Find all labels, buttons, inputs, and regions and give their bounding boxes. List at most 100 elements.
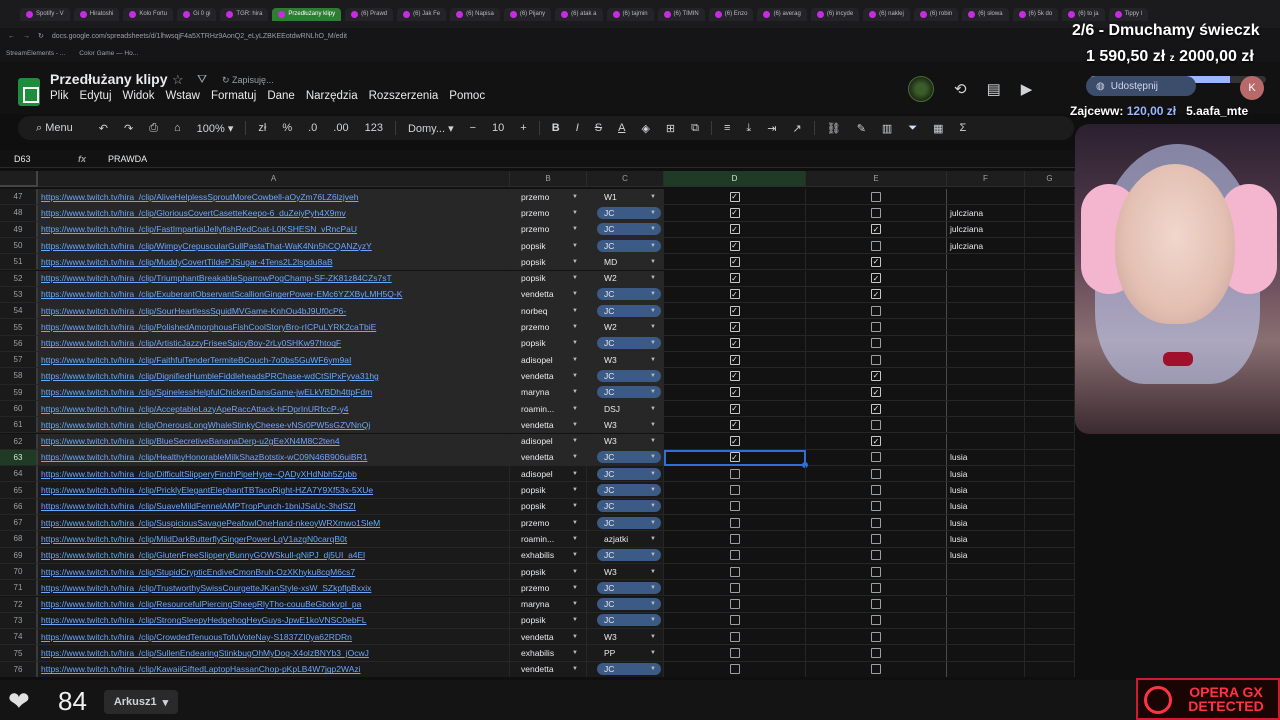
category-dropdown-cell[interactable]: JC ▼ xyxy=(587,335,664,351)
formula-input[interactable]: PRAWDA xyxy=(108,154,147,164)
dropdown-arrow-icon[interactable]: ▼ xyxy=(650,650,656,656)
back-icon[interactable]: ← xyxy=(8,33,15,40)
merge-cells-icon[interactable]: ⧉ xyxy=(683,122,707,135)
checkbox[interactable]: ✓ xyxy=(871,256,881,267)
rotate-icon[interactable]: ↗ xyxy=(785,122,810,135)
clip-link-cell[interactable]: https://www.twitch.tv/hira_/clip/Healthy… xyxy=(38,449,510,466)
checkbox-cell-e[interactable]: ✓ xyxy=(806,433,947,449)
browser-tab[interactable]: (6) atak a xyxy=(555,7,603,21)
dropdown-arrow-icon[interactable]: ▼ xyxy=(572,617,578,623)
checkbox[interactable]: ✓ xyxy=(729,419,740,430)
checkbox[interactable] xyxy=(729,631,740,642)
clip-link-cell[interactable]: https://www.twitch.tv/hira_/clip/Faithfu… xyxy=(38,352,510,368)
checkbox-cell-e[interactable] xyxy=(806,661,947,677)
empty-cell[interactable] xyxy=(1025,645,1075,661)
clip-link-cell[interactable]: https://www.twitch.tv/hira_/clip/Crowded… xyxy=(38,629,510,645)
row-number[interactable]: 65 xyxy=(0,482,38,498)
dropdown-arrow-icon[interactable]: ▼ xyxy=(572,585,578,591)
category-chip[interactable]: W3 ▼ xyxy=(597,566,661,578)
checkbox[interactable] xyxy=(871,648,881,659)
author-dropdown-cell[interactable]: przemo ▼ xyxy=(510,319,587,335)
checkbox[interactable] xyxy=(729,615,740,626)
category-dropdown-cell[interactable]: JC ▼ xyxy=(587,596,664,612)
clip-link-cell[interactable]: https://www.twitch.tv/hira_/clip/FastImp… xyxy=(38,221,510,237)
sheet-tab[interactable]: Arkusz1 ▾ xyxy=(104,690,178,714)
dropdown-arrow-icon[interactable]: ▼ xyxy=(572,601,578,607)
menu-tools[interactable]: Narzędzia xyxy=(306,90,358,102)
category-dropdown-cell[interactable]: W2 ▼ xyxy=(587,270,664,286)
browser-tab[interactable]: Hiratoshi xyxy=(73,7,120,21)
checkbox[interactable] xyxy=(729,566,740,577)
reviewer-cell[interactable] xyxy=(947,335,1025,351)
clip-link-cell[interactable]: https://www.twitch.tv/hira_/clip/SourHea… xyxy=(38,303,510,319)
dropdown-arrow-icon[interactable]: ▼ xyxy=(650,406,656,412)
checkbox[interactable] xyxy=(729,599,740,610)
author-dropdown-cell[interactable]: vendetta ▼ xyxy=(510,286,587,303)
row-number[interactable]: 47 xyxy=(0,189,38,205)
checkbox[interactable]: ✓ xyxy=(871,436,881,447)
dropdown-arrow-icon[interactable]: ▼ xyxy=(572,471,578,477)
dropdown-arrow-icon[interactable]: ▼ xyxy=(650,634,656,640)
browser-tab[interactable]: TGR: hira xyxy=(220,7,269,21)
chevron-down-icon[interactable]: ▾ xyxy=(163,696,169,709)
dropdown-arrow-icon[interactable]: ▼ xyxy=(572,569,578,575)
reviewer-cell[interactable]: lusia xyxy=(947,531,1025,547)
author-dropdown-cell[interactable]: przemo ▼ xyxy=(510,205,587,221)
currency-button[interactable]: zł xyxy=(250,122,274,134)
row-number[interactable]: 71 xyxy=(0,580,38,596)
checkbox[interactable] xyxy=(871,566,881,577)
category-chip[interactable]: JC ▼ xyxy=(597,614,661,627)
category-dropdown-cell[interactable]: JC ▼ xyxy=(587,482,664,498)
category-dropdown-cell[interactable]: JC ▼ xyxy=(587,303,664,319)
checkbox-cell-d[interactable]: ✓ xyxy=(664,352,806,368)
checkbox[interactable] xyxy=(871,305,881,316)
category-dropdown-cell[interactable]: W3 ▼ xyxy=(587,563,664,580)
row-number[interactable]: 61 xyxy=(0,417,38,433)
checkbox[interactable] xyxy=(871,533,881,544)
author-dropdown-cell[interactable]: popsik ▼ xyxy=(510,612,587,629)
reviewer-cell[interactable]: julcziana xyxy=(947,237,1025,254)
category-dropdown-cell[interactable]: W2 ▼ xyxy=(587,319,664,335)
user-avatar[interactable]: K xyxy=(1240,76,1264,100)
clip-link-cell[interactable]: https://www.twitch.tv/hira_/clip/Spinele… xyxy=(38,384,510,400)
checkbox-cell-e[interactable] xyxy=(806,449,947,466)
clip-link-cell[interactable]: https://www.twitch.tv/hira_/clip/WimpyCr… xyxy=(38,237,510,254)
category-chip[interactable]: W3 ▼ xyxy=(597,354,661,366)
menu-view[interactable]: Widok xyxy=(123,90,155,102)
category-chip[interactable]: JC ▼ xyxy=(597,581,661,594)
category-dropdown-cell[interactable]: JC ▼ xyxy=(587,449,664,466)
dropdown-arrow-icon[interactable]: ▼ xyxy=(572,634,578,640)
checkbox[interactable]: ✓ xyxy=(729,240,740,251)
spreadsheet-grid[interactable]: A B C D E F G 47 https://www.twitch.tv/hira_/cli… xyxy=(0,171,1075,677)
menu-data[interactable]: Dane xyxy=(267,90,295,102)
checkbox-cell-d[interactable]: ✓ xyxy=(664,189,806,205)
empty-cell[interactable] xyxy=(1025,596,1075,612)
empty-cell[interactable] xyxy=(1025,368,1075,384)
reviewer-cell[interactable] xyxy=(947,189,1025,205)
column-header-b[interactable]: B xyxy=(510,171,587,187)
checkbox-cell-d[interactable] xyxy=(664,580,806,596)
dropdown-arrow-icon[interactable]: ▼ xyxy=(572,503,578,509)
empty-cell[interactable] xyxy=(1025,352,1075,368)
clip-link-cell[interactable]: https://www.twitch.tv/hira_/clip/Prickly… xyxy=(38,482,510,498)
history-icon[interactable]: ⟲ xyxy=(954,80,967,98)
checkbox-cell-e[interactable] xyxy=(806,237,947,254)
dropdown-arrow-icon[interactable]: ▼ xyxy=(650,536,656,542)
clip-link-cell[interactable]: https://www.twitch.tv/hira_/clip/Difficu… xyxy=(38,466,510,482)
dropdown-arrow-icon[interactable]: ▼ xyxy=(650,194,656,200)
clip-link-cell[interactable]: https://www.twitch.tv/hira_/clip/Triumph… xyxy=(38,270,510,286)
font-size-decrease-button[interactable]: − xyxy=(462,122,484,134)
clip-link-cell[interactable]: https://www.twitch.tv/hira_/clip/MildDar… xyxy=(38,531,510,547)
dropdown-arrow-icon[interactable]: ▼ xyxy=(572,210,578,216)
reviewer-cell[interactable] xyxy=(947,400,1025,417)
browser-tab[interactable]: (6) robin xyxy=(913,7,959,21)
empty-cell[interactable] xyxy=(1025,335,1075,351)
dropdown-arrow-icon[interactable]: ▼ xyxy=(650,438,656,444)
row-number[interactable]: 55 xyxy=(0,319,38,335)
dropdown-arrow-icon[interactable]: ▼ xyxy=(650,487,656,493)
checkbox-cell-e[interactable] xyxy=(806,531,947,547)
text-color-button[interactable]: A xyxy=(610,122,633,134)
dropdown-arrow-icon[interactable]: ▼ xyxy=(650,373,656,379)
row-number[interactable]: 74 xyxy=(0,629,38,645)
checkbox[interactable] xyxy=(871,501,881,512)
